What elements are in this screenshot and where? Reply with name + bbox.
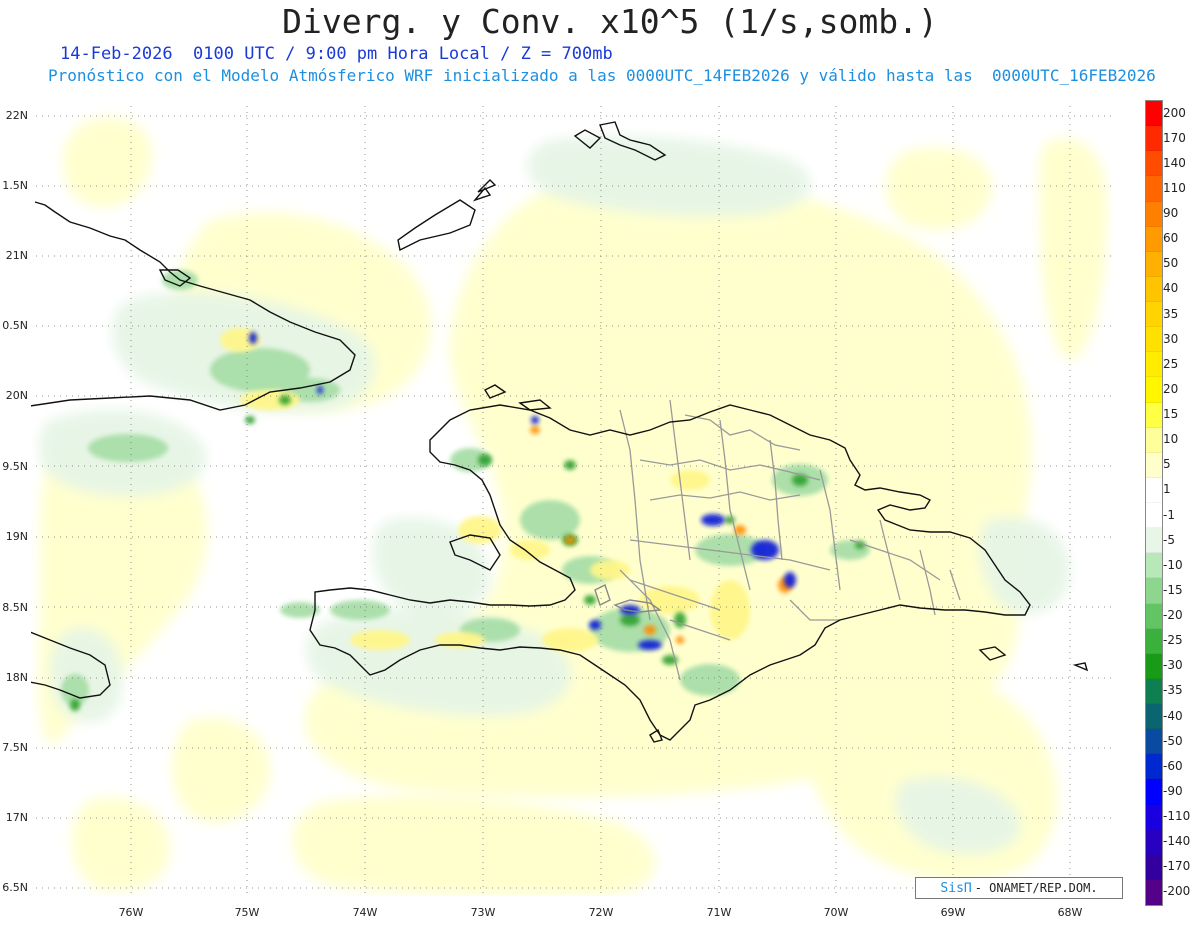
lon-label-68w: 68W (1057, 906, 1083, 919)
colorbar-tick-label: -30 (1163, 658, 1183, 673)
colorbar-tick-label: 200 (1163, 105, 1186, 120)
colorbar-swatch (1146, 201, 1162, 227)
colorbar-tick-label: 90 (1163, 206, 1179, 221)
colorbar-tick-label: 20 (1163, 381, 1179, 396)
colorbar-swatch (1146, 553, 1162, 579)
colorbar-tick-label: -5 (1163, 532, 1175, 547)
colorbar-swatch (1146, 628, 1162, 654)
colorbar-tick-label: -110 (1163, 809, 1191, 824)
lat-label-19n: 19N (5, 530, 28, 543)
lat-label-19-5n: 9.5N (2, 460, 28, 473)
lat-label-20n: 20N (5, 389, 28, 402)
brand-logo-text: SisΠ (940, 880, 972, 896)
lat-label-20-5n: 0.5N (2, 319, 28, 332)
map-panel (30, 100, 1112, 897)
lat-label-22n: 22N (5, 109, 28, 122)
colorbar-tick-label: 35 (1163, 306, 1179, 321)
colorbar-swatch (1146, 804, 1162, 830)
colorbar (1145, 100, 1163, 906)
colorbar-swatch (1146, 327, 1162, 353)
lat-label-18n: 18N (5, 671, 28, 684)
colorbar-swatch (1146, 477, 1162, 503)
colorbar-swatch (1146, 879, 1162, 905)
colorbar-swatch (1146, 101, 1162, 127)
lon-label-72w: 72W (588, 906, 614, 919)
colorbar-tick-label: 30 (1163, 331, 1179, 346)
lat-label-17n: 17N (5, 811, 28, 824)
colorbar-tick-label: 170 (1163, 130, 1186, 145)
colorbar-tick-label: 40 (1163, 281, 1179, 296)
colorbar-tick-label: -50 (1163, 733, 1183, 748)
colorbar-swatch (1146, 854, 1162, 880)
colorbar-tick-label: -20 (1163, 608, 1183, 623)
lon-label-69w: 69W (940, 906, 966, 919)
colorbar-swatch (1146, 176, 1162, 202)
lat-label-21-5n: 1.5N (2, 179, 28, 192)
colorbar-tick-label: 50 (1163, 256, 1179, 271)
colorbar-tick-label: -35 (1163, 683, 1183, 698)
colorbar-tick-label: 25 (1163, 356, 1179, 371)
colorbar-tick-label: -90 (1163, 783, 1183, 798)
colorbar-tick-label: -1 (1163, 507, 1175, 522)
colorbar-swatch (1146, 126, 1162, 152)
lon-label-74w: 74W (352, 906, 378, 919)
divergence-map (30, 100, 1112, 897)
lon-label-70w: 70W (823, 906, 849, 919)
map-title: Diverg. y Conv. x10^5 (1/s,somb.) (282, 2, 938, 41)
colorbar-tick-label: 60 (1163, 231, 1179, 246)
colorbar-swatch (1146, 653, 1162, 679)
colorbar-swatch (1146, 754, 1162, 780)
colorbar-tick-label: -60 (1163, 758, 1183, 773)
colorbar-swatch (1146, 779, 1162, 805)
colorbar-tick-label: -140 (1163, 834, 1191, 849)
colorbar-tick-label: 110 (1163, 180, 1186, 195)
colorbar-swatch (1146, 528, 1162, 554)
colorbar-swatch (1146, 729, 1162, 755)
colorbar-swatch (1146, 377, 1162, 403)
colorbar-swatch (1146, 603, 1162, 629)
colorbar-swatch (1146, 251, 1162, 277)
colorbar-swatch (1146, 578, 1162, 604)
colorbar-swatch (1146, 704, 1162, 730)
lat-label-17-5n: 7.5N (2, 741, 28, 754)
colorbar-swatch (1146, 302, 1162, 328)
colorbar-tick-label: 140 (1163, 155, 1186, 170)
lat-label-21n: 21N (5, 249, 28, 262)
credit-org: - ONAMET/REP.DOM. (974, 881, 1098, 895)
colorbar-swatch (1146, 678, 1162, 704)
model-run-label: Pronóstico con el Modelo Atmósferico WRF… (48, 66, 1156, 85)
colorbar-swatch (1146, 151, 1162, 177)
colorbar-tick-label: 15 (1163, 407, 1179, 422)
colorbar-swatch (1146, 452, 1162, 478)
lon-label-73w: 73W (470, 906, 496, 919)
lon-label-71w: 71W (706, 906, 732, 919)
colorbar-swatch (1146, 427, 1162, 453)
colorbar-swatch (1146, 276, 1162, 302)
lon-label-76w: 76W (118, 906, 144, 919)
colorbar-tick-label: -40 (1163, 708, 1183, 723)
colorbar-tick-label: 10 (1163, 432, 1179, 447)
colorbar-tick-label: -200 (1163, 884, 1191, 899)
colorbar-tick-label: -10 (1163, 557, 1183, 572)
colorbar-tick-label: 5 (1163, 457, 1171, 472)
colorbar-swatch (1146, 829, 1162, 855)
lat-label-16-5n: 6.5N (2, 881, 28, 894)
colorbar-swatch (1146, 226, 1162, 252)
forecast-time-label: 14-Feb-2026 0100 UTC / 9:00 pm Hora Loca… (60, 44, 613, 64)
colorbar-tick-label: -170 (1163, 859, 1191, 874)
lat-label-18-5n: 8.5N (2, 601, 28, 614)
colorbar-tick-label: -25 (1163, 633, 1183, 648)
colorbar-swatch (1146, 352, 1162, 378)
colorbar-swatch (1146, 402, 1162, 428)
colorbar-swatch (1146, 503, 1162, 529)
lon-label-75w: 75W (234, 906, 260, 919)
colorbar-tick-label: -15 (1163, 582, 1183, 597)
colorbar-tick-label: 1 (1163, 482, 1171, 497)
credit-box: SisΠ - ONAMET/REP.DOM. (915, 877, 1123, 899)
